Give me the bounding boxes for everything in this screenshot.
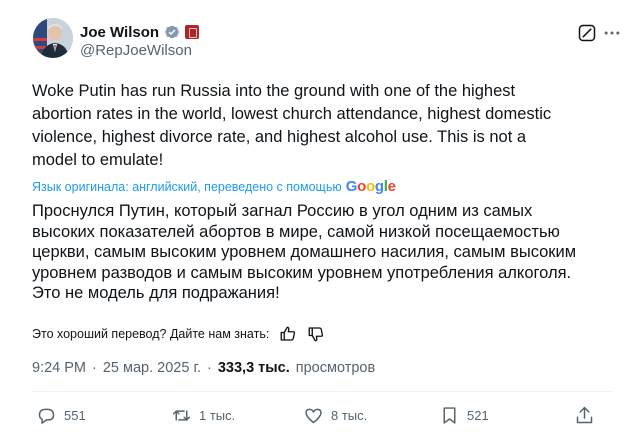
separator-dot: ·: [92, 360, 97, 376]
grok-icon[interactable]: [577, 23, 597, 43]
verified-badge-icon: [164, 24, 180, 40]
author-name-row: Joe Wilson: [80, 22, 200, 42]
repost-button[interactable]: 1 тыс.: [171, 405, 235, 426]
thumbs-down-icon[interactable]: [307, 325, 325, 343]
feedback-question: Это хороший перевод? Дайте нам знать:: [32, 327, 270, 341]
tweet-text: Woke Putin has run Russia into the groun…: [32, 82, 552, 169]
more-options-icon[interactable]: [602, 23, 622, 43]
google-logo: Google: [345, 178, 396, 195]
like-count: 8 тыс.: [331, 408, 368, 423]
views-label: просмотров: [295, 360, 376, 376]
tweet-time[interactable]: 9:24 PM: [32, 360, 86, 376]
author-name[interactable]: Joe Wilson: [80, 24, 159, 41]
repost-count: 1 тыс.: [199, 408, 236, 423]
bookmark-icon: [443, 407, 456, 424]
repost-icon: [172, 410, 191, 421]
thumbs-up-icon[interactable]: [279, 325, 297, 343]
bookmark-button[interactable]: 521: [439, 405, 489, 426]
reply-icon: [38, 408, 55, 425]
separator-dot: ·: [207, 360, 212, 376]
translation-feedback: Это хороший перевод? Дайте нам знать:: [32, 325, 325, 343]
avatar[interactable]: [33, 18, 73, 58]
tweet-meta: 9:24 PM · 25 мар. 2025 г. · 333,3 тыс. п…: [32, 360, 375, 376]
tweet-date[interactable]: 25 мар. 2025 г.: [103, 360, 201, 376]
reply-button[interactable]: 551: [36, 405, 86, 426]
translation-note-text: Язык оригинала: английский, переведено с…: [32, 179, 342, 194]
reply-count: 551: [64, 408, 86, 423]
author-handle[interactable]: @RepJoeWilson: [80, 42, 192, 59]
translated-text: Проснулся Путин, который загнал Россию в…: [32, 202, 577, 302]
share-icon: [576, 406, 593, 424]
like-button[interactable]: 8 тыс.: [303, 405, 367, 426]
share-button[interactable]: [574, 405, 595, 426]
affiliation-flag-icon: [185, 25, 200, 39]
bookmark-count: 521: [467, 408, 489, 423]
translation-note[interactable]: Язык оригинала: английский, переведено с…: [32, 178, 396, 195]
divider: [32, 391, 612, 392]
heart-icon: [305, 408, 322, 424]
views-count: 333,3 тыс.: [217, 360, 290, 376]
